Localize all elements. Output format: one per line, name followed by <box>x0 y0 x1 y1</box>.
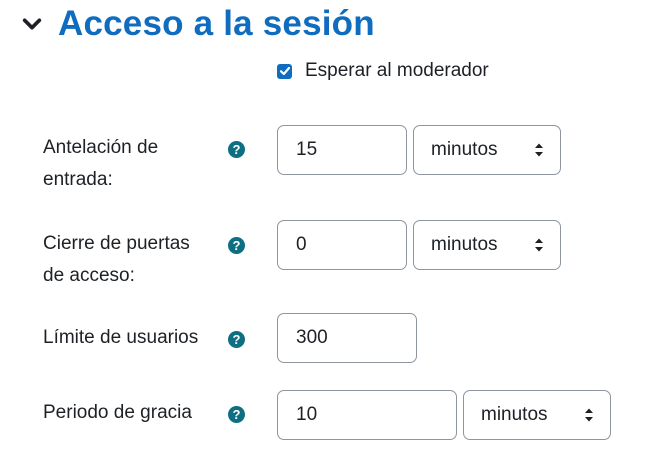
sort-arrows-icon <box>535 238 543 252</box>
check-icon <box>279 66 290 76</box>
close-doors-label-line2: de acceso: <box>43 265 135 286</box>
sort-arrows-icon <box>585 408 593 422</box>
close-doors-label-line1: Cierre de puertas <box>43 233 190 254</box>
question-circle-icon[interactable]: ? <box>228 331 245 348</box>
grace-period-unit-value: minutos <box>481 404 548 425</box>
question-circle-icon[interactable]: ? <box>228 406 245 423</box>
entry-lead-label: Antelación de entrada: <box>43 132 158 196</box>
grace-period-unit-select[interactable]: minutos <box>463 390 611 440</box>
user-limit-input[interactable]: 300 <box>277 313 417 363</box>
entry-lead-input[interactable]: 15 <box>277 125 407 175</box>
section-title[interactable]: Acceso a la sesión <box>58 4 375 44</box>
question-circle-icon[interactable]: ? <box>228 237 245 254</box>
entry-lead-unit-value: minutos <box>431 139 498 160</box>
grace-period-label: Periodo de gracia <box>43 402 192 423</box>
close-doors-unit-value: minutos <box>431 234 498 255</box>
user-limit-label: Límite de usuarios <box>43 327 199 348</box>
close-doors-input[interactable]: 0 <box>277 220 407 270</box>
question-circle-icon[interactable]: ? <box>228 141 245 158</box>
sort-arrows-icon <box>535 143 543 157</box>
entry-lead-label-line1: Antelación de <box>43 137 159 158</box>
entry-lead-label-line2: entrada: <box>43 169 113 190</box>
wait-moderator-checkbox[interactable] <box>277 63 292 79</box>
section-header: Acceso a la sesión <box>18 2 375 46</box>
close-doors-label: Cierre de puertas de acceso: <box>43 228 190 292</box>
close-doors-unit-select[interactable]: minutos <box>413 220 561 270</box>
wait-moderator-row: Esperar al moderador <box>277 60 489 82</box>
entry-lead-unit-select[interactable]: minutos <box>413 125 561 175</box>
grace-period-input[interactable]: 10 <box>277 390 457 440</box>
chevron-down-icon[interactable] <box>18 10 46 38</box>
wait-moderator-label[interactable]: Esperar al moderador <box>305 60 489 82</box>
